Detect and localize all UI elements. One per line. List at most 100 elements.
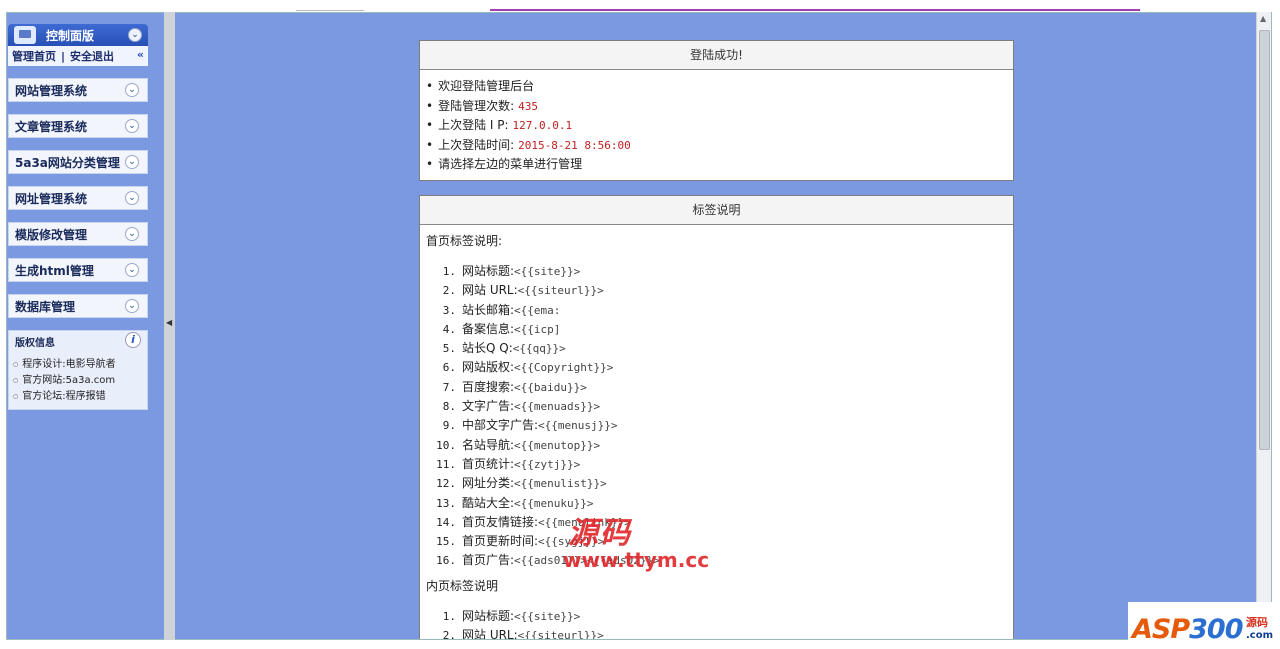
chevron-down-icon[interactable]: ⌄ [125, 191, 139, 205]
sidebar-menu-item[interactable]: 网址管理系统 ⌄ [8, 186, 148, 210]
login-info-value: 127.0.0.1 [512, 119, 573, 132]
login-box-title: 登陆成功! [420, 41, 1013, 70]
tag-code: <{{menuads}}> [514, 400, 601, 414]
login-info-label: 请选择左边的菜单进行管理 [438, 157, 583, 171]
sidebar-menu-label: 数据库管理 [15, 299, 76, 314]
copyright-box: 版权信息 i 程序设计:电影导航者 官方网站:5a3a.com 官方论坛:程序报… [8, 330, 148, 410]
tag-number: 14. [436, 515, 456, 529]
tag-code: <{{menutop}}> [514, 438, 601, 452]
chevron-down-icon[interactable]: ⌄ [125, 83, 139, 97]
scroll-up-icon[interactable]: ▲ [1260, 14, 1266, 23]
chevron-down-icon[interactable]: ⌄ [128, 28, 142, 42]
tag-label: 文字广告: [462, 399, 515, 414]
tag-number: 2. [442, 284, 456, 298]
tag-number: 15. [436, 535, 456, 549]
tag-label: 酷站大全: [462, 495, 515, 510]
tag-label: 站长邮箱: [462, 302, 515, 317]
sidebar-menu-item[interactable]: 模版修改管理 ⌄ [8, 222, 148, 246]
top-strip [0, 0, 1280, 12]
sidebar-menu-label: 网站管理系统 [15, 83, 88, 98]
sidebar-menu-item[interactable]: 5a3a网站分类管理 ⌄ [8, 150, 148, 174]
scrollbar-thumb[interactable] [1259, 30, 1270, 450]
logout-link[interactable]: 安全退出 [70, 48, 114, 64]
link-separator: | [61, 49, 66, 63]
control-panel-title: 控制面版 [46, 28, 95, 43]
asp300-logo-com: .com [1246, 630, 1274, 641]
home-link[interactable]: 管理首页 [12, 48, 56, 64]
sidebar-menu-item[interactable]: 网站管理系统 ⌄ [8, 78, 148, 102]
tag-list-item: 11. 首页统计: <{{zytj}}> [420, 455, 1013, 474]
tag-number: 4. [442, 322, 456, 336]
collapse-arrow-icon[interactable]: ◀ [166, 318, 172, 327]
sidebar-menu-label: 文章管理系统 [15, 119, 88, 134]
login-info-item: 欢迎登陆管理后台 [426, 77, 1013, 97]
watermark-url: www.ttym.cc [563, 548, 710, 572]
tag-list-item: 1. 网站标题: <{{site}}> [420, 607, 1013, 626]
tag-number: 9. [442, 419, 456, 433]
chevron-down-icon[interactable]: ⌄ [125, 227, 139, 241]
login-info-label: 欢迎登陆管理后台 [438, 79, 535, 93]
tag-code: <{{menusj}}> [538, 419, 618, 433]
login-info-item: 登陆管理次数:435 [426, 97, 1013, 117]
tag-code: <{{menulist}}> [514, 477, 607, 491]
top-grey-line [296, 10, 364, 11]
tag-number: 6. [442, 361, 456, 375]
control-panel-icon [14, 26, 36, 44]
tag-label: 站长Q Q: [462, 341, 513, 356]
tag-label: 网址分类: [462, 476, 515, 491]
collapse-icon[interactable]: « [137, 48, 144, 61]
tag-code: <{{qq}}> [512, 342, 566, 356]
tag-list-item: 13. 酷站大全: <{{menuku}}> [420, 494, 1013, 513]
top-purple-line [490, 9, 1140, 11]
tag-code: <{{Copyright}}> [514, 361, 614, 375]
tag-label: 百度搜索: [462, 379, 515, 394]
login-info-item: 上次登陆 I P:127.0.0.1 [426, 116, 1013, 136]
tag-code: <{{baidu}}> [514, 380, 587, 394]
copyright-item: 官方论坛:程序报错 [13, 389, 147, 405]
chevron-down-icon[interactable]: ⌄ [125, 263, 139, 277]
sidebar-splitter[interactable]: ◀ [164, 12, 175, 640]
tag-list-item: 12. 网址分类: <{{menulist}}> [420, 474, 1013, 493]
login-info-label: 登陆管理次数: [438, 98, 515, 113]
tag-code: <{{zytj}}> [514, 457, 581, 471]
asp300-logo-text: ASP300 [1132, 614, 1244, 645]
tag-list-item: 2. 网站 URL: <{{siteurl}}> [420, 626, 1013, 639]
tag-label: 网站标题: [462, 264, 515, 278]
chevron-down-icon[interactable]: ⌄ [125, 119, 139, 133]
chevron-down-icon[interactable]: ⌄ [125, 299, 139, 313]
tag-number: 11. [436, 457, 456, 471]
sidebar-menu-item[interactable]: 文章管理系统 ⌄ [8, 114, 148, 138]
tag-list-item: 8. 文字广告: <{{menuads}}> [420, 397, 1013, 416]
tag-number: 12. [436, 477, 456, 491]
home-tags-list: 1. 网站标题: <{{site}}> 2. 网站 URL: <{{siteurl}}> 3… [420, 249, 1013, 577]
tag-number: 3. [442, 303, 456, 317]
sidebar-menu-item[interactable]: 生成html管理 ⌄ [8, 258, 148, 282]
tag-label: 网站版权: [462, 360, 515, 375]
tag-code: <{{site}}> [514, 609, 581, 623]
login-info-item: 上次登陆时间:2015-8-21 8:56:00 [426, 136, 1013, 156]
chevron-down-icon[interactable]: ⌄ [125, 155, 139, 169]
tag-label: 中部文字广告: [462, 418, 539, 433]
sidebar-menu-label: 模版修改管理 [15, 227, 88, 242]
tags-box-title: 标签说明 [420, 196, 1013, 225]
sidebar-menu-label: 网址管理系统 [15, 191, 88, 206]
vertical-scrollbar[interactable]: ▲ [1256, 12, 1271, 640]
sidebar-menu-label: 生成html管理 [15, 263, 94, 278]
tag-label: 网站 URL: [462, 628, 518, 639]
tag-label: 首页统计: [462, 456, 515, 471]
login-info-value: 435 [518, 99, 538, 113]
copyright-header: 版权信息 i [9, 331, 147, 351]
tag-list-item: 1. 网站标题: <{{site}}> [420, 262, 1013, 281]
tag-label: 首页友情链接: [462, 514, 539, 529]
control-panel-header: 控制面版 ⌄ [8, 24, 148, 46]
asp300-logo-cn: 源码 [1246, 616, 1268, 629]
sidebar-menu-item[interactable]: 数据库管理 ⌄ [8, 294, 148, 318]
inner-tags-list: 1. 网站标题: <{{site}}> 2. 网站 URL: <{{siteurl}}> [420, 594, 1013, 639]
tag-number: 1. [442, 265, 456, 278]
sidebar-menu-label: 5a3a网站分类管理 [15, 155, 120, 170]
tag-number: 1. [442, 609, 456, 623]
tags-box: 标签说明 首页标签说明: 1. 网站标题: <{{site}}> 2. 网站 URL: <… [419, 195, 1014, 639]
tag-code: <{{icp] [514, 322, 561, 336]
home-tags-title: 首页标签说明: [426, 234, 503, 248]
login-info-item: 请选择左边的菜单进行管理 [426, 155, 1013, 175]
